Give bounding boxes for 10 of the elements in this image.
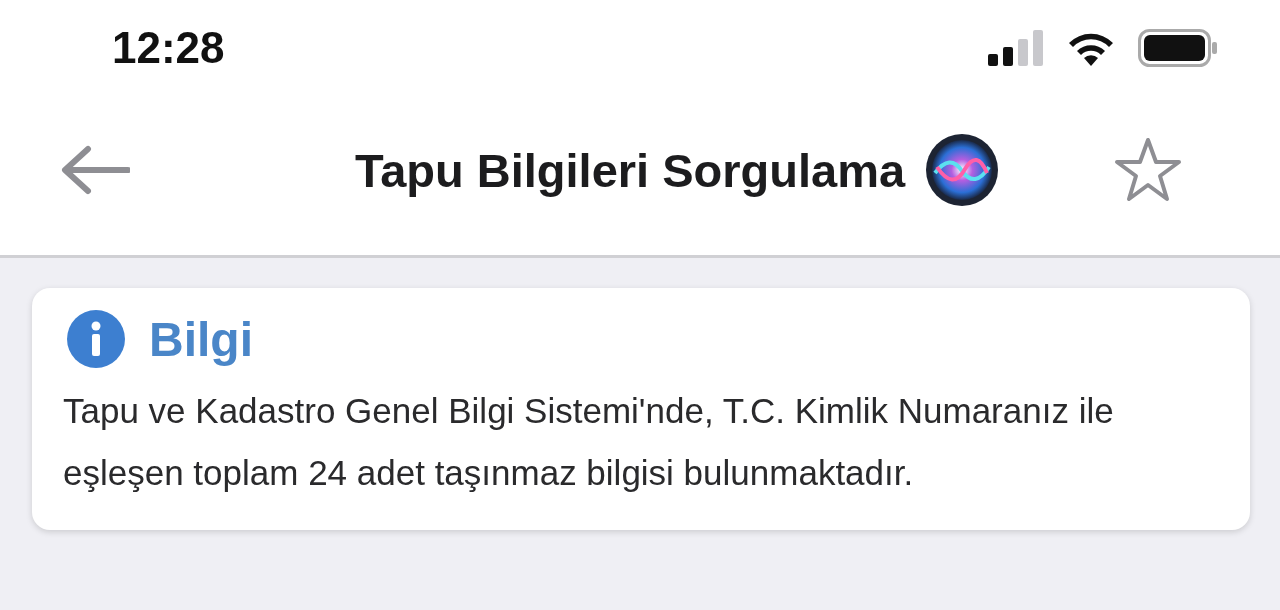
status-time: 12:28 (112, 22, 225, 73)
signal-icon (988, 29, 1044, 66)
info-message: Tapu ve Kadastro Genel Bilgi Sistemi'nde, T.C. Kimlik Numaranız ile eşleşen toplam 24 adet taşınmaz bilgisi bulunmaktadır. (63, 390, 1115, 494)
battery-icon (1138, 28, 1218, 67)
back-arrow-icon[interactable] (60, 145, 130, 195)
page-title: Tapu Bilgileri Sorgulama (354, 142, 906, 198)
info-title: Bilgi (149, 311, 253, 367)
star-icon[interactable] (1114, 137, 1182, 203)
orb-icon (925, 133, 1000, 207)
info-icon (67, 310, 125, 368)
